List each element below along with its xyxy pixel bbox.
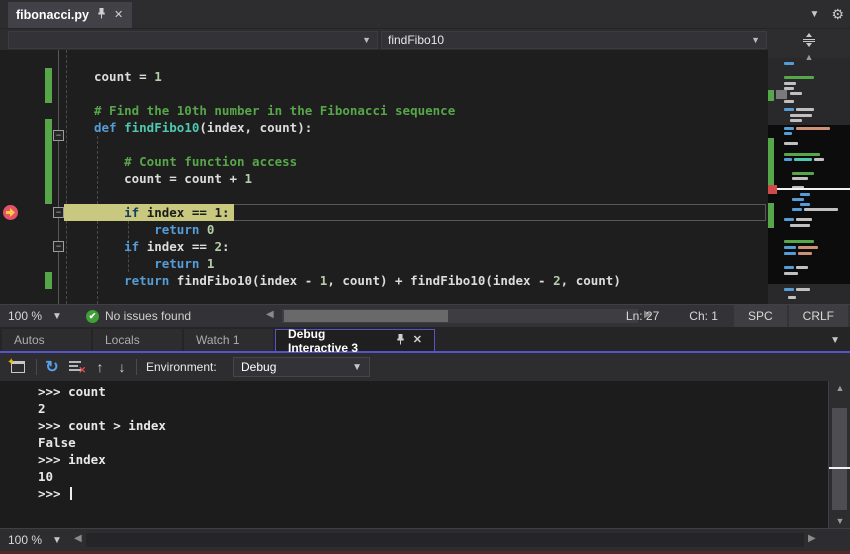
reset-environment-button[interactable]: ↻ [42,357,62,377]
pin-icon[interactable] [96,8,107,22]
red-x-icon: ✕ [78,365,86,376]
tool-window-tab-strip: Autos Locals Watch 1 Debug Interactive 3… [0,327,850,353]
split-window-handle[interactable] [768,29,850,51]
code-editor[interactable]: − − − print("First 10 numbers in the Fib… [0,50,768,304]
navigation-bar: ▼ findFibo10 ▼ [0,28,850,50]
minimap-current-line-marker [768,188,850,190]
minimap-change-mark [768,203,774,228]
console-zoom-control[interactable]: 100 % ▼ [8,529,62,551]
tab-fibonacci-py[interactable]: fibonacci.py ✕ [8,2,132,28]
interactive-toolbar: ✦ ↻ ✕ ↑ ↓ Environment: Debug ▼ [0,353,850,381]
minimap-collapsed-region [776,90,787,99]
status-line-number: Ln: 27 [612,309,673,323]
interactive-status-bar: 100 % ▼ ◀ ▶ [0,528,850,551]
editor-hscrollbar-thumb[interactable] [284,310,448,322]
editor-hscrollbar[interactable] [282,309,638,323]
console-scroll-position-marker [829,467,850,469]
history-previous-button[interactable]: ↑ [90,357,110,377]
member-dropdown-value: findFibo10 [388,33,444,47]
window-chevron-down-icon[interactable]: ▼ [810,9,820,20]
console-vscrollbar-thumb[interactable] [832,408,847,510]
scroll-right-icon[interactable]: ▶ [808,533,816,544]
minimap-breakpoint-mark [768,185,777,194]
clear-screen-button[interactable]: ✕ [66,357,86,377]
pin-icon[interactable] [395,334,406,348]
chevron-down-icon: ▼ [751,35,760,45]
gear-icon[interactable]: ⚙ [831,6,844,23]
environment-value: Debug [241,360,276,374]
tab-debug-interactive-3[interactable]: Debug Interactive 3 ✕ [275,329,435,351]
minimap[interactable]: ▲ [768,50,850,304]
environment-dropdown[interactable]: Debug ▼ [233,357,370,377]
status-spaces-mode[interactable]: SPC [734,305,787,327]
check-circle-icon: ✔ [86,310,99,323]
document-tab-strip: fibonacci.py ✕ ▼ ⚙ [0,0,850,28]
scroll-left-icon[interactable]: ◀ [266,309,274,320]
chevron-down-icon: ▼ [52,311,62,322]
minimap-change-mark [768,90,774,101]
scroll-up-icon[interactable]: ▲ [768,52,850,62]
text-cursor [70,487,72,500]
tab-watch-1[interactable]: Watch 1 [184,329,273,351]
minimap-change-mark [768,138,774,186]
tab-list-chevron-icon[interactable]: ▼ [830,335,840,346]
new-interactive-window-button[interactable]: ✦ [8,357,28,377]
member-dropdown[interactable]: findFibo10 ▼ [381,31,767,49]
issues-indicator[interactable]: ✔ No issues found [86,305,191,327]
interactive-console[interactable]: >>> count2>>> count > indexFalse>>> inde… [0,381,828,528]
status-line-ending[interactable]: CRLF [789,305,848,327]
tab-locals[interactable]: Locals [93,329,182,351]
code-lines[interactable]: print("First 10 numbers in the Fibonacci… [0,50,768,304]
scroll-down-icon[interactable]: ▼ [829,516,850,526]
console-hscrollbar[interactable] [86,533,804,547]
issues-message: No issues found [105,309,191,323]
sparkle-icon: ✦ [7,357,15,368]
environment-label: Environment: [146,360,217,374]
status-column-number: Ch: 1 [675,309,732,323]
console-zoom-value: 100 % [8,533,42,547]
console-vscrollbar[interactable]: ▲ ▼ [828,381,850,528]
close-icon[interactable]: ✕ [413,335,422,346]
chevron-down-icon: ▼ [52,535,62,546]
scroll-up-icon[interactable]: ▲ [829,383,850,393]
vs-window: fibonacci.py ✕ ▼ ⚙ ▼ findFibo10 ▼ [0,0,850,554]
editor-zoom-value: 100 % [8,309,42,323]
type-dropdown[interactable]: ▼ [8,31,378,49]
scroll-left-icon[interactable]: ◀ [74,533,82,544]
editor-zoom-control[interactable]: 100 % ▼ [8,305,62,327]
close-icon[interactable]: ✕ [114,10,123,21]
console-lines: >>> count2>>> count > indexFalse>>> inde… [0,381,828,502]
tab-autos[interactable]: Autos [2,329,91,351]
editor-status-bar: 100 % ▼ ✔ No issues found ◀ ▶ Ln: 27 Ch:… [0,304,850,327]
chevron-down-icon: ▼ [362,35,371,45]
history-next-button[interactable]: ↓ [112,357,132,377]
document-title: fibonacci.py [16,8,89,22]
breakpoint-current-statement-icon[interactable] [3,205,18,220]
chevron-down-icon: ▼ [352,362,362,373]
